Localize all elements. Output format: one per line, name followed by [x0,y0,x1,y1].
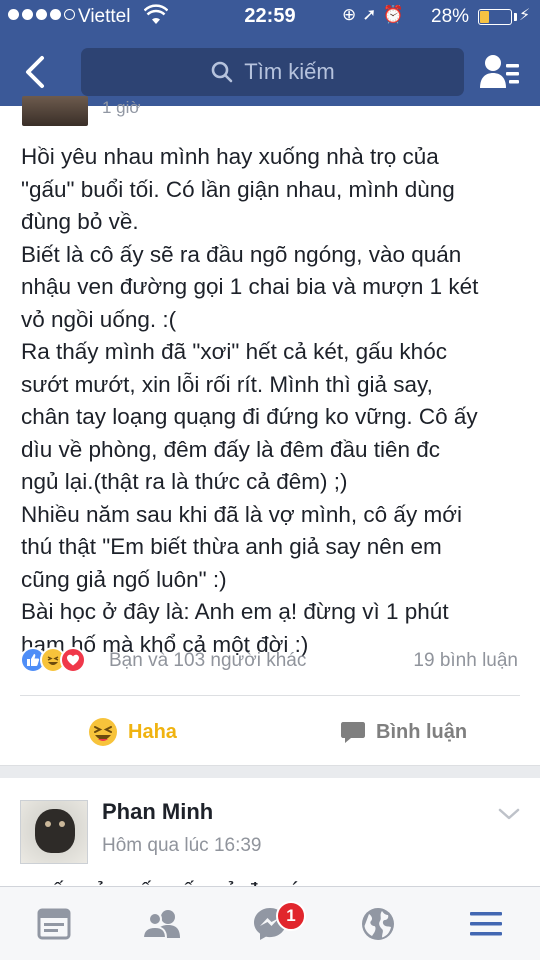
post-text-line: sướt mướt, xin lỗi rối rít. Mình thì giả… [21,371,433,397]
menu-icon [470,912,502,936]
comments-count[interactable]: 19 bình luận [413,650,518,672]
chevron-left-icon[interactable] [18,50,58,94]
post-body: Hồi yêu nhau mình hay xuống nhà trọ của "… [21,141,526,661]
post-text-line: Ra thấy mình đã "xơi" hết cả két, gấu kh… [21,339,447,364]
post-text-line: Nhiều năm sau khi đã là vợ mình, cô ấy m… [21,501,462,527]
search-placeholder: Tìm kiếm [244,59,335,84]
comment-button[interactable]: Bình luận [340,712,467,752]
top-bar: Viettel 22:59 ⊕➚⏰ 28% ⚡ Tìm kiếm [0,0,540,106]
tab-news-feed[interactable] [0,887,108,960]
tab-friends[interactable] [108,887,216,960]
tab-menu[interactable] [432,887,540,960]
status-bar: Viettel 22:59 ⊕➚⏰ 28% ⚡ [0,0,540,34]
battery-tip [514,13,517,21]
search-icon [211,61,233,83]
post-text-line: chân tay loạng quạng đi đứng ko vững. Cô… [21,404,478,429]
rotation-lock-icon: ⊕ [342,5,363,24]
post-author-avatar[interactable] [22,96,88,126]
comment-label: Bình luận [376,720,468,743]
post-text-line: Hồi yêu nhau mình hay xuống nhà trọ của [21,144,439,169]
post-text-line: Biết là cô ấy sẽ ra đầu ngõ ngóng, vào q… [21,241,462,267]
globe-icon [362,908,394,940]
haha-button[interactable]: Haha [88,712,177,752]
post-text-line: cũng giả ngố luôn" :) [21,566,227,592]
battery-icon [478,9,512,25]
post-text-line: nhậu ven đường gọi 1 chai bia và mượn 1 … [21,274,479,299]
reactions-summary[interactable]: Bạn và 103 người khác [109,650,306,672]
comment-timestamp[interactable]: Hôm qua lúc 16:39 [102,835,262,857]
post-text-line: ngủ lại.(thật ra là thức cả đêm) ;) [21,469,348,494]
chevron-down-icon[interactable] [497,805,521,823]
tab-messenger[interactable]: 1 [216,887,324,960]
love-reaction-icon [60,647,86,673]
post-text-line: "gấu" buổi tối. Có lần giận nhau, mình d… [21,176,455,202]
status-icons: ⊕➚⏰ [342,5,410,25]
search-input[interactable]: Tìm kiếm [81,48,464,96]
post-text-line: thú thật "Em biết thừa anh giả say nên e… [21,534,442,559]
battery-percent: 28% [431,6,470,27]
post-text-line: dìu về phòng, đêm đấy là đêm đầu tiên đc [21,436,441,462]
friend-list-icon[interactable] [478,52,522,92]
location-arrow-icon: ➚ [362,5,383,24]
post-timestamp[interactable]: 1 giờ [102,98,141,118]
friends-icon [142,910,180,939]
news-feed-icon [37,908,71,940]
tab-notifications[interactable] [324,887,432,960]
post-text-line: Bài học ở đây là: Anh em ạ! đừng vì 1 ph… [21,599,449,624]
section-separator [0,765,540,778]
reaction-icons[interactable] [20,646,86,674]
commenter-avatar[interactable] [20,800,88,864]
post-text-line: vỏ ngồi uống. :( [21,306,177,332]
alarm-icon: ⏰ [382,5,410,24]
screen: Viettel 22:59 ⊕➚⏰ 28% ⚡ Tìm kiếm 1 giờ H… [0,0,540,960]
haha-icon [89,718,117,746]
haha-label: Haha [128,720,177,743]
divider [20,695,520,696]
messenger-badge: 1 [276,901,306,931]
charging-icon: ⚡ [519,7,531,24]
commenter-name[interactable]: Phan Minh [102,799,213,825]
comment-icon [341,722,365,743]
post-text-line: đùng bỏ về. [21,209,139,234]
bottom-tab-bar: 1 [0,886,540,960]
